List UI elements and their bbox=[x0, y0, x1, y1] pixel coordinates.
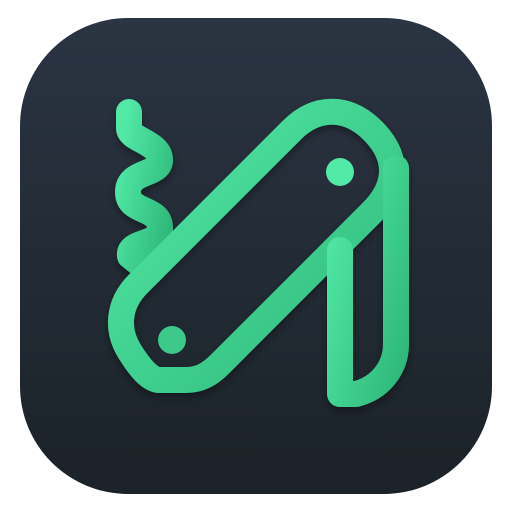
icon-background bbox=[20, 18, 492, 494]
rivet-top-icon bbox=[326, 158, 354, 186]
app-icon-stage bbox=[0, 0, 512, 512]
app-icon[interactable] bbox=[0, 0, 512, 512]
rivet-bottom-icon bbox=[158, 326, 186, 354]
